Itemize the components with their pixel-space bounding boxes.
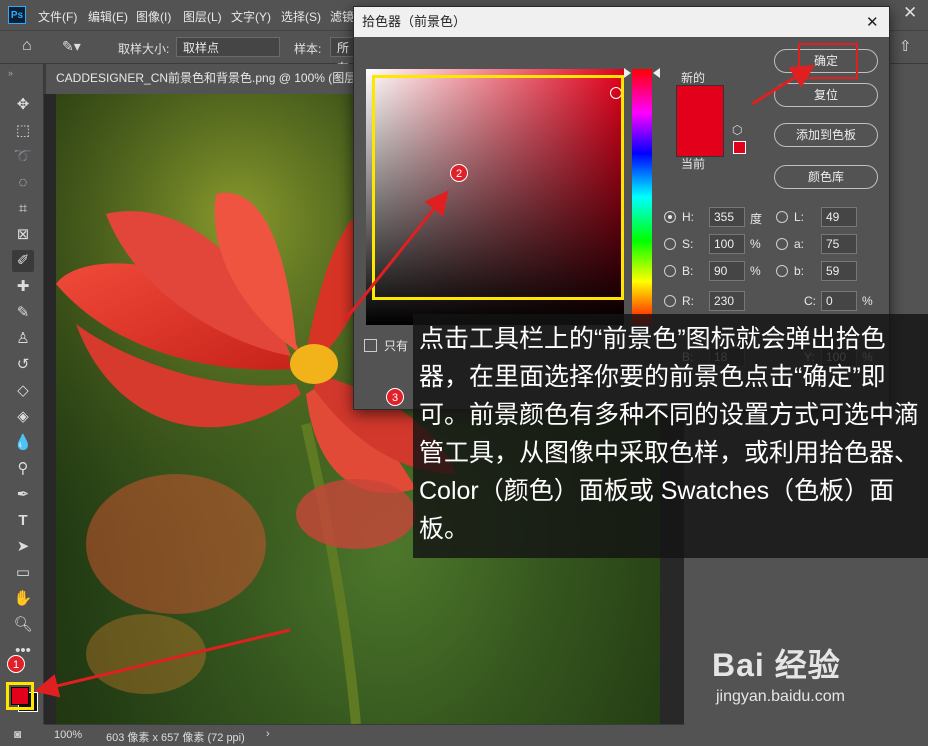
step-badge-2: 2	[450, 164, 468, 182]
step-badge-1: 1	[7, 655, 25, 673]
watermark-url: jingyan.baidu.com	[716, 688, 845, 705]
baidu-watermark: Bai 经验 jingyan.baidu.com	[712, 640, 845, 706]
arrow-to-ok	[751, 64, 816, 106]
arrow-to-foreground	[34, 628, 291, 698]
tutorial-caption: 点击工具栏上的“前景色”图标就会弹出拾色器，在里面选择你要的前景色点击“确定”即…	[413, 314, 928, 558]
step-badge-3: 3	[386, 388, 404, 406]
watermark-brand: Bai 经验	[712, 647, 841, 683]
arrow-to-color-field	[343, 190, 449, 321]
